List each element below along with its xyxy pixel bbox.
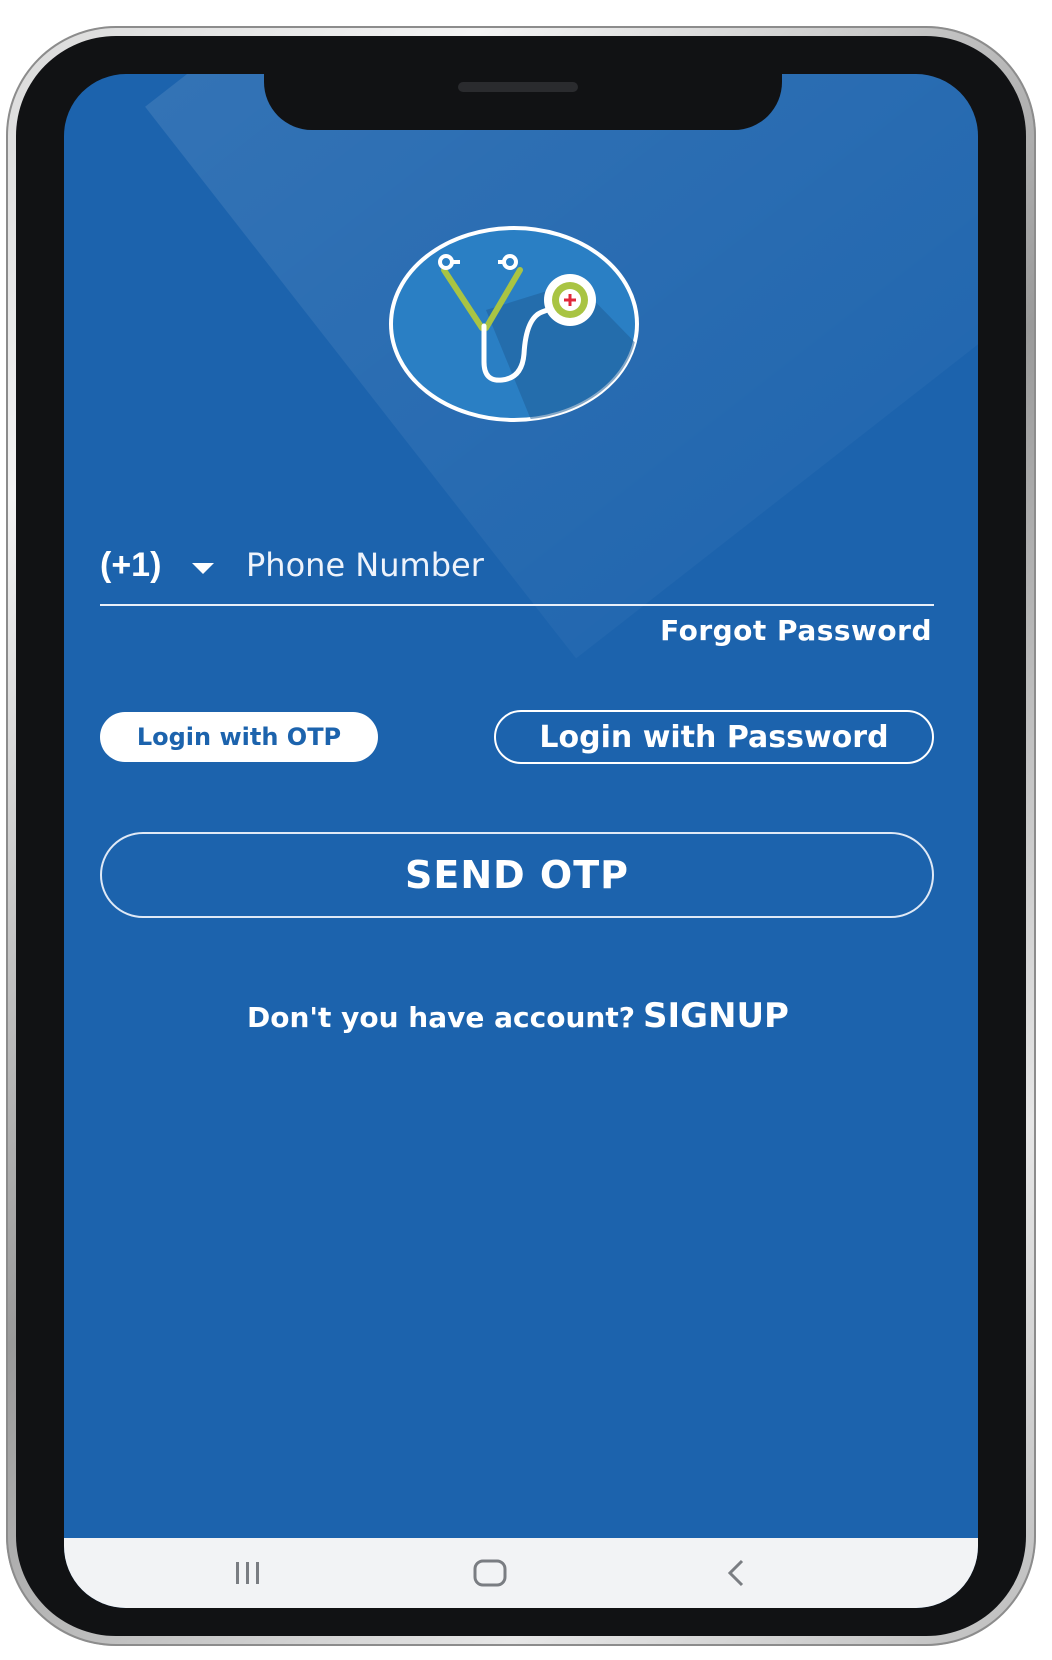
login-with-otp-tab[interactable]: Login with OTP [100,712,378,762]
home-button[interactable] [430,1538,550,1608]
speaker-grille [458,82,578,92]
signup-prompt: Don't you have account? [247,1001,635,1034]
send-otp-button[interactable]: SEND OTP [100,832,934,918]
home-icon [473,1559,507,1587]
mockup-stage: (+1) Forgot Password Login with OTP Logi… [0,0,1052,1660]
recent-apps-button[interactable] [188,1538,308,1608]
login-with-password-tab[interactable]: Login with Password [494,710,934,764]
chevron-down-icon[interactable] [192,563,214,574]
back-icon [727,1559,744,1587]
recent-apps-icon [236,1562,259,1584]
signup-row: Don't you have account? SIGNUP [0,996,1036,1036]
phone-number-input[interactable] [246,540,926,590]
signup-link[interactable]: SIGNUP [643,996,789,1036]
android-nav-bar [64,1538,978,1608]
back-button[interactable] [676,1538,796,1608]
stethoscope-logo-icon [389,226,639,422]
input-underline [100,604,934,606]
country-code-selector[interactable]: (+1) [100,546,161,585]
forgot-password-link[interactable]: Forgot Password [660,614,932,647]
